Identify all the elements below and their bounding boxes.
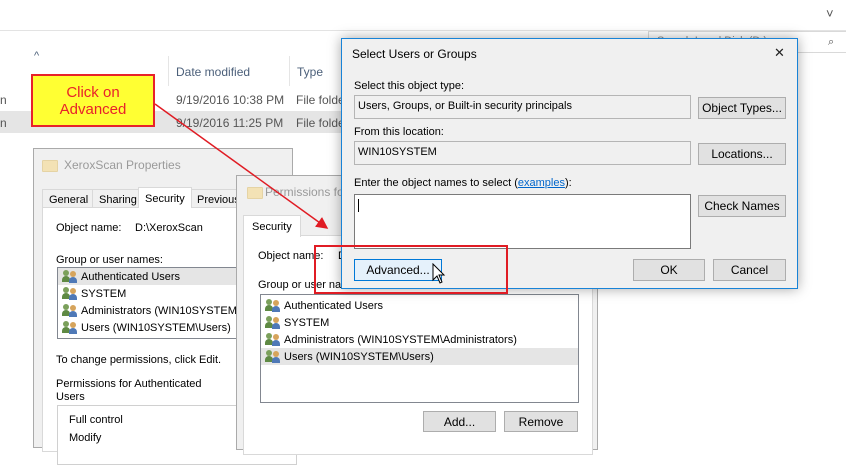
annotation-arrow <box>154 103 329 229</box>
mouse-cursor-icon <box>432 263 446 284</box>
tab-security[interactable]: Security <box>138 187 192 208</box>
callout-line-1: Click on <box>66 83 120 101</box>
callout-line-2: Advanced <box>59 100 127 118</box>
annotation-overlay <box>154 103 329 229</box>
annotation-callout: Click on Advanced <box>31 74 155 127</box>
tab-security[interactable]: Security <box>243 215 301 237</box>
annotation-highlight-box <box>314 245 508 294</box>
